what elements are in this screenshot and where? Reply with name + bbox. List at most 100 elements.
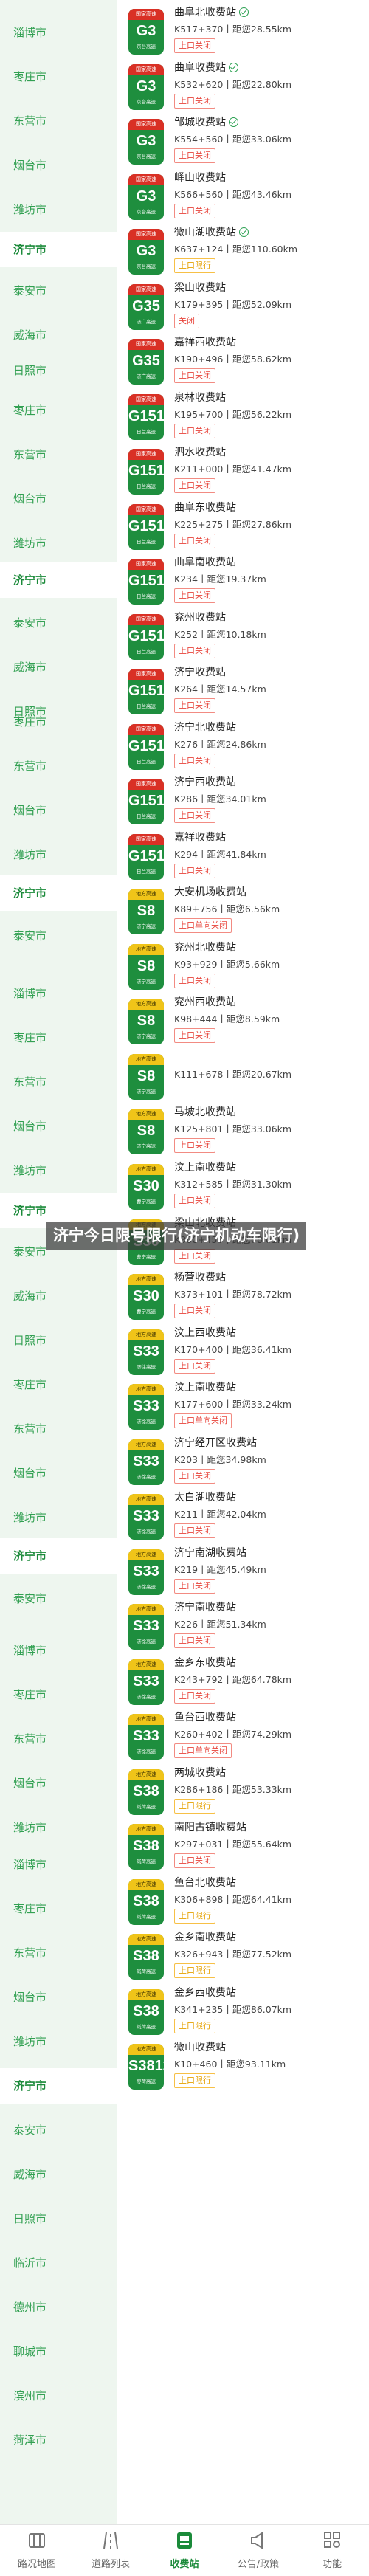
tab-toll-station[interactable]: 收费站 — [148, 2525, 221, 2576]
highway-name: 曹宁高速 — [137, 1254, 156, 1260]
sidebar-item-city[interactable]: 东营市 — [0, 437, 117, 472]
status-badge: 上口关闭 — [174, 1138, 215, 1153]
sidebar-item-city[interactable]: 东营市 — [0, 1721, 117, 1757]
sidebar-item-city[interactable]: 淄博市 — [0, 1633, 117, 1668]
station-info: 曲阜东收费站 K225+275丨距您27.86km 上口关闭 — [174, 498, 365, 548]
sidebar-item-city[interactable]: 滨州市 — [0, 2378, 117, 2414]
sidebar-item-city[interactable]: 济宁市 — [0, 1538, 117, 1574]
sidebar-item-city[interactable]: 枣庄市 — [0, 1020, 117, 1055]
sidebar-item-city[interactable]: 东营市 — [0, 103, 117, 139]
highway-type-label: 国家高速 — [128, 614, 164, 625]
sidebar-item-city[interactable]: 淄博市 — [0, 1847, 117, 1882]
sidebar-item-city[interactable]: 潍坊市 — [0, 1153, 117, 1188]
station-distance: K226丨距您51.34km — [174, 1619, 266, 1630]
sidebar-item-city[interactable]: 淄博市 — [0, 15, 117, 50]
toll-station-row[interactable]: 地方高速 S3812 枣菏高速 微山收费站 K10+460丨距您93.11km 上口限行 — [128, 2038, 365, 2103]
sidebar-item-city[interactable]: 日照市 — [0, 2201, 117, 2236]
highway-shield-icon: 地方高速 S33 济徐高速 — [128, 1549, 164, 1595]
sidebar-item-city[interactable]: 济宁市 — [0, 875, 117, 911]
sidebar-item-city[interactable]: 威海市 — [0, 2157, 117, 2192]
sidebar-item-city[interactable]: 威海市 — [0, 317, 117, 353]
sidebar-item-city[interactable]: 济宁市 — [0, 2068, 117, 2104]
tab-announcement[interactable]: 公告/政策 — [221, 2525, 295, 2576]
sidebar-item-city[interactable]: 泰安市 — [0, 273, 117, 309]
highway-shield-icon: 地方高速 S33 济徐高速 — [128, 1329, 164, 1375]
highway-shield-icon: 国家高速 G3 京台高速 — [128, 119, 164, 165]
sidebar-item-city[interactable]: 泰安市 — [0, 1581, 117, 1616]
sidebar-item-city[interactable]: 威海市 — [0, 1278, 117, 1314]
station-name: 邹城收费站 — [174, 117, 226, 128]
highway-code: G1511 — [128, 628, 164, 644]
sidebar-item-city[interactable]: 东营市 — [0, 1935, 117, 1971]
station-info: 金乡东收费站 K243+792丨距您64.78km 上口关闭 — [174, 1653, 365, 1704]
sidebar-item-city[interactable]: 潍坊市 — [0, 837, 117, 872]
sidebar-item-city[interactable]: 烟台市 — [0, 1766, 117, 1801]
highway-name: 济徐高速 — [137, 1529, 156, 1535]
highway-code: S38 — [133, 1838, 159, 1854]
sidebar-item-city[interactable]: 泰安市 — [0, 2112, 117, 2148]
station-info: 济宁经开区收费站 K203丨距您34.98km 上口关闭 — [174, 1433, 365, 1484]
sidebar-item-city[interactable]: 潍坊市 — [0, 1810, 117, 1845]
sidebar-item-city[interactable]: 淄博市 — [0, 976, 117, 1011]
status-badge: 上口关闭 — [174, 588, 215, 603]
highway-type-label: 地方高速 — [128, 1659, 164, 1670]
highway-type-label: 国家高速 — [128, 119, 164, 130]
bottom-tab-bar: 路况地图 道路列表 收费站 公告/政策 功能 — [0, 2524, 369, 2576]
sidebar-item-city[interactable]: 枣庄市 — [0, 1677, 117, 1712]
station-name: 汶上西收费站 — [174, 1327, 236, 1339]
sidebar-item-city[interactable]: 枣庄市 — [0, 1367, 117, 1402]
highway-shield-icon: 地方高速 S33 济徐高速 — [128, 1439, 164, 1485]
sidebar-item-city[interactable]: 日照市 — [0, 353, 117, 388]
highway-shield-icon: 地方高速 S30 曹宁高速 — [128, 1274, 164, 1320]
highway-name: 济徐高速 — [137, 1749, 156, 1754]
sidebar-item-city[interactable]: 日照市 — [0, 1323, 117, 1358]
station-distance: K190+496丨距您58.62km — [174, 354, 292, 365]
sidebar-item-city[interactable]: 东营市 — [0, 748, 117, 784]
highway-type-label: 国家高速 — [128, 504, 164, 515]
sidebar-item-city[interactable]: 潍坊市 — [0, 192, 117, 227]
sidebar-item-city[interactable]: 泰安市 — [0, 605, 117, 641]
sidebar-item-city[interactable]: 枣庄市 — [0, 59, 117, 94]
sidebar-item-city[interactable]: 东营市 — [0, 1064, 117, 1100]
sidebar-item-city[interactable]: 德州市 — [0, 2290, 117, 2325]
sidebar-item-city[interactable]: 烟台市 — [0, 1109, 117, 1144]
highway-name: 济徐高速 — [137, 1364, 156, 1370]
sidebar-item-city[interactable]: 枣庄市 — [0, 704, 117, 740]
station-info: 微山湖收费站 K637+124丨距您110.60km 上口限行 — [174, 223, 365, 273]
sidebar-item-city[interactable]: 烟台市 — [0, 793, 117, 828]
highway-name: 济宁高速 — [137, 1033, 156, 1039]
highway-type-label: 地方高速 — [128, 889, 164, 900]
sidebar-item-city[interactable]: 临沂市 — [0, 2245, 117, 2281]
sidebar-item-city[interactable]: 泰安市 — [0, 918, 117, 954]
sidebar-item-city[interactable]: 潍坊市 — [0, 526, 117, 561]
status-badge: 上口关闭 — [174, 1633, 215, 1648]
tab-function[interactable]: 功能 — [295, 2525, 369, 2576]
sidebar-item-city[interactable]: 枣庄市 — [0, 393, 117, 428]
sidebar-item-city[interactable]: 威海市 — [0, 650, 117, 685]
highway-code: S33 — [133, 1508, 159, 1524]
sidebar-item-city[interactable]: 潍坊市 — [0, 1500, 117, 1535]
sidebar-item-city[interactable]: 烟台市 — [0, 1456, 117, 1491]
tab-map[interactable]: 路况地图 — [0, 2525, 74, 2576]
tab-road-list[interactable]: 道路列表 — [74, 2525, 148, 2576]
highway-code: G1511 — [128, 738, 164, 754]
sidebar-item-city[interactable]: 枣庄市 — [0, 1891, 117, 1926]
highway-shield-icon: 国家高速 G3 京台高速 — [128, 174, 164, 220]
station-name: 兖州收费站 — [174, 612, 226, 624]
status-badge: 上口关闭 — [174, 1249, 215, 1264]
highway-name: 曹宁高速 — [137, 1309, 156, 1315]
highway-type-label: 地方高速 — [128, 1549, 164, 1560]
highway-shield-icon: 地方高速 S3812 枣菏高速 — [128, 2044, 164, 2090]
station-distance: K566+560丨距您43.46km — [174, 189, 292, 200]
sidebar-item-city[interactable]: 烟台市 — [0, 481, 117, 517]
sidebar-item-city[interactable]: 济宁市 — [0, 562, 117, 598]
verified-check-icon — [229, 117, 238, 127]
highway-shield-icon: 地方高速 S8 济宁高速 — [128, 999, 164, 1044]
sidebar-item-city[interactable]: 菏泽市 — [0, 2422, 117, 2458]
sidebar-item-city[interactable]: 潍坊市 — [0, 2024, 117, 2059]
sidebar-item-city[interactable]: 烟台市 — [0, 1980, 117, 2015]
sidebar-item-city[interactable]: 聊城市 — [0, 2334, 117, 2369]
sidebar-item-city[interactable]: 烟台市 — [0, 148, 117, 183]
sidebar-item-city[interactable]: 东营市 — [0, 1411, 117, 1447]
sidebar-item-city[interactable]: 济宁市 — [0, 232, 117, 267]
